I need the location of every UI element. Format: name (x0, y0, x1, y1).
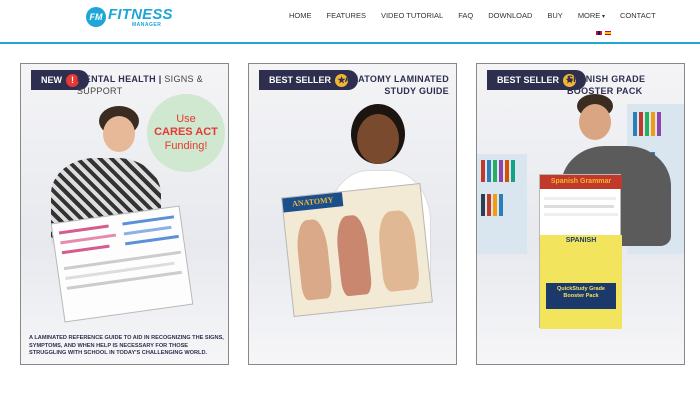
site-header: FM FITNESS MANAGER HOME FEATURES VIDEO T… (0, 0, 700, 44)
spanish-grammar-label: Spanish Grammar (540, 175, 622, 189)
card-title-main: MENTAL HEALTH (77, 74, 156, 84)
card-title: MENTAL HEALTH | SIGNS & SUPPORT (77, 74, 228, 97)
product-card-anatomy[interactable]: BEST SELLER ★ ANATOMY LAMINATED STUDY GU… (248, 63, 457, 365)
grade-booster-label: QuickStudy Grade Booster Pack (546, 283, 616, 309)
logo-main-text: FITNESS (108, 5, 173, 23)
card-caption: A LAMINATED REFERENCE GUIDE TO AID IN RE… (29, 335, 224, 357)
badge-label: BEST SELLER (269, 75, 332, 85)
english-flag-icon[interactable] (596, 31, 602, 35)
product-card-mental-health[interactable]: NEW ! MENTAL HEALTH | SIGNS & SUPPORT Us… (20, 63, 229, 365)
main-nav: HOME FEATURES VIDEO TUTORIAL FAQ DOWNLOA… (289, 11, 671, 20)
logo-text: FITNESS MANAGER (108, 7, 173, 28)
nav-video-tutorial[interactable]: VIDEO TUTORIAL (381, 11, 443, 20)
site-logo[interactable]: FM FITNESS MANAGER (86, 6, 173, 28)
mental-health-guide-image (50, 205, 194, 323)
nav-features[interactable]: FEATURES (327, 11, 366, 20)
nav-more-dropdown[interactable]: MORE (578, 11, 605, 20)
anatomy-book-label: ANATOMY (282, 192, 344, 213)
spanish-guide-image: Spanish Grammar SPANISH QuickStudy Grade… (539, 174, 622, 329)
spanish-label: SPANISH (565, 237, 597, 244)
language-switcher (596, 31, 611, 35)
badge-label: BEST SELLER (497, 75, 560, 85)
product-card-spanish[interactable]: BEST SELLER ★ SPANISH GRADE BOOSTER PACK… (476, 63, 685, 365)
nav-home[interactable]: HOME (289, 11, 312, 20)
anatomy-guide-image: ANATOMY (281, 183, 433, 317)
spanish-flag-icon[interactable] (605, 31, 611, 35)
nav-contact[interactable]: CONTACT (620, 11, 656, 20)
nav-download[interactable]: DOWNLOAD (488, 11, 532, 20)
nav-buy[interactable]: BUY (547, 11, 562, 20)
logo-sub-text: MANAGER (132, 21, 162, 28)
badge-label: NEW (41, 75, 62, 85)
card-title: ANATOMY LAMINATED STUDY GUIDE (344, 74, 449, 96)
bookshelf-left (477, 154, 527, 254)
logo-badge-icon: FM (86, 7, 106, 27)
nav-faq[interactable]: FAQ (458, 11, 473, 20)
